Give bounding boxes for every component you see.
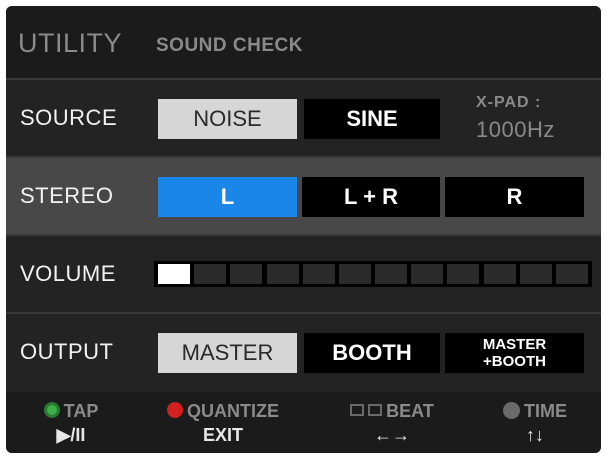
tap-label: TAP <box>63 401 99 421</box>
volume-segment <box>302 264 335 284</box>
footer-quantize[interactable]: QUANTIZE EXIT <box>152 400 294 446</box>
volume-segment <box>447 264 480 284</box>
output-master-button[interactable]: MASTER <box>158 333 297 373</box>
output-row: OUTPUT MASTER BOOTH MASTER +BOOTH <box>6 314 601 390</box>
stereo-right-button[interactable]: R <box>445 177 584 217</box>
screen-subtitle: SOUND CHECK <box>156 35 303 56</box>
volume-segment <box>230 264 263 284</box>
source-sine-button[interactable]: SINE <box>304 99 440 139</box>
source-row: SOURCE NOISE SINE X-PAD : 1000Hz <box>6 80 601 156</box>
sound-check-screen: UTILITY SOUND CHECK SOURCE NOISE SINE X-… <box>6 6 601 453</box>
volume-segment <box>519 264 552 284</box>
xpad-label: X-PAD : <box>476 94 542 111</box>
output-master-booth-button[interactable]: MASTER +BOOTH <box>445 333 584 373</box>
volume-row: VOLUME <box>6 236 601 312</box>
volume-segment <box>266 264 299 284</box>
footer-tap[interactable]: TAP ▶/II <box>34 400 108 446</box>
up-down-arrows-label: ↑↓ <box>526 425 544 445</box>
beat-right-icon <box>368 404 383 417</box>
left-right-arrows-label: ←→ <box>374 425 410 445</box>
beat-left-icon <box>350 404 365 417</box>
footer-bar: TAP ▶/II QUANTIZE EXIT BEAT ←→ TIME ↑↓ <box>6 392 601 453</box>
footer-time[interactable]: TIME ↑↓ <box>492 400 578 446</box>
footer-beat[interactable]: BEAT ←→ <box>332 400 452 446</box>
output-master-booth-line2: +BOOTH <box>483 353 546 370</box>
play-pause-label: ▶/II <box>56 425 86 445</box>
volume-segment <box>483 264 516 284</box>
xpad-frequency-value: 1000Hz <box>476 117 555 142</box>
output-label: OUTPUT <box>20 339 114 364</box>
beat-label: BEAT <box>386 401 434 421</box>
exit-label: EXIT <box>202 425 243 445</box>
tap-button-icon <box>43 402 60 419</box>
volume-segment <box>411 264 444 284</box>
volume-segment <box>375 264 408 284</box>
time-knob-icon <box>503 401 520 419</box>
output-master-booth-line1: MASTER <box>482 336 547 353</box>
record-icon <box>167 402 183 419</box>
stereo-row: STEREO L L + R R <box>6 158 601 234</box>
header-bar: UTILITY SOUND CHECK <box>6 6 601 78</box>
volume-segment <box>338 264 371 284</box>
volume-segment <box>555 264 588 284</box>
stereo-left-right-button[interactable]: L + R <box>302 177 440 217</box>
stereo-label: STEREO <box>20 183 114 208</box>
source-noise-button[interactable]: NOISE <box>158 99 297 139</box>
volume-segment <box>158 264 191 284</box>
quantize-label: QUANTIZE <box>187 401 279 421</box>
volume-label: VOLUME <box>20 261 116 286</box>
output-booth-button[interactable]: BOOTH <box>304 333 440 373</box>
stereo-left-button[interactable]: L <box>158 177 297 217</box>
volume-segment <box>194 264 227 284</box>
volume-meter[interactable] <box>154 261 592 287</box>
source-label: SOURCE <box>20 105 118 130</box>
screen-title: UTILITY <box>18 28 123 58</box>
time-label: TIME <box>524 401 567 421</box>
